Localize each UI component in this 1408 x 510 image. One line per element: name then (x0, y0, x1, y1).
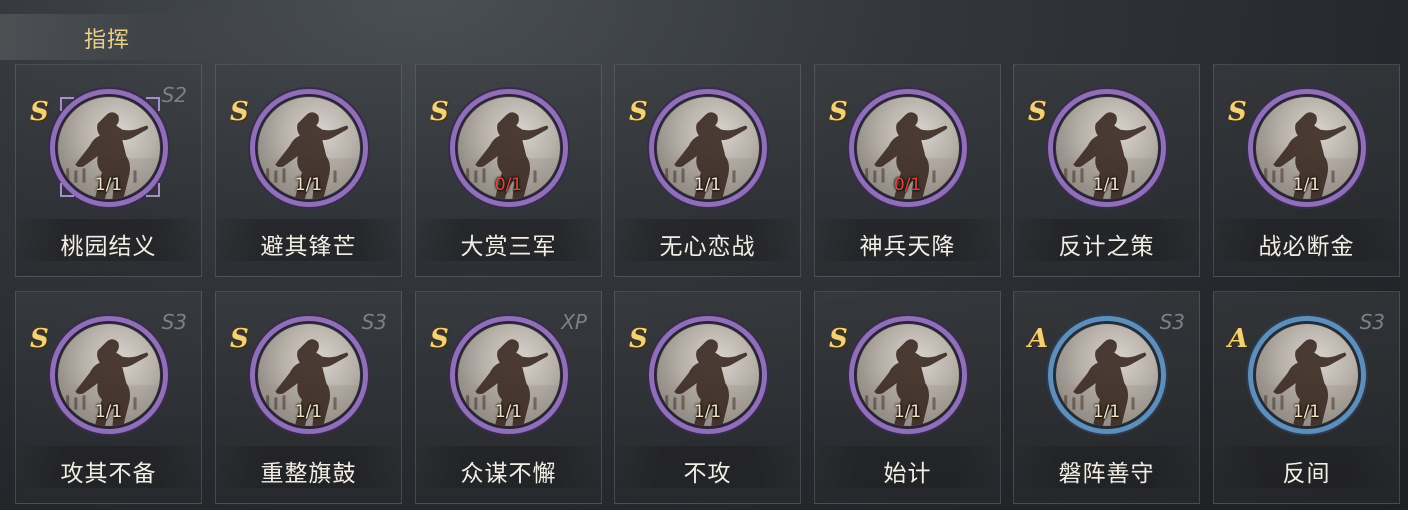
tactic-card[interactable]: S 1/1 无心恋战 (614, 64, 801, 277)
selection-corner (146, 183, 160, 197)
tactic-name: 始计 (883, 461, 932, 487)
tactic-name: 桃园结义 (60, 234, 157, 260)
uses-count: 1/1 (294, 175, 323, 195)
selection-corner (60, 183, 74, 197)
season-tag: S2 (161, 83, 187, 107)
tactic-name: 反间 (1282, 461, 1331, 487)
tactic-name: 重整旗鼓 (260, 461, 357, 487)
tactic-name: 大赏三军 (460, 234, 557, 260)
tactic-card[interactable]: S 0/1 神兵天降 (814, 64, 1001, 277)
grade-badge: S (30, 324, 49, 354)
grade-badge: S (629, 324, 648, 354)
tactic-card[interactable]: S3 S 1/1 攻其不备 (15, 291, 202, 504)
uses-count: 1/1 (693, 175, 722, 195)
grade-badge: S (1028, 97, 1047, 127)
tactic-name: 战必断金 (1258, 234, 1355, 260)
tactic-card[interactable]: XP S 1/1 众谋不懈 (415, 291, 602, 504)
grade-badge: S (829, 324, 848, 354)
uses-count: 1/1 (94, 402, 123, 422)
uses-count: 1/1 (494, 402, 523, 422)
tactic-card[interactable]: S3 A 1/1 反间 (1213, 291, 1400, 504)
tactic-name: 反计之策 (1058, 234, 1155, 260)
uses-count: 1/1 (1092, 175, 1121, 195)
season-tag: S3 (161, 310, 187, 334)
uses-count: 1/1 (1292, 402, 1321, 422)
uses-count: 1/1 (693, 402, 722, 422)
selection-corner (60, 97, 74, 111)
grade-badge: S (430, 97, 449, 127)
tactic-card[interactable]: S 1/1 不攻 (614, 291, 801, 504)
tactic-name: 避其锋芒 (260, 234, 357, 260)
selection-corner (146, 97, 160, 111)
grade-badge: S (629, 97, 648, 127)
uses-count: 1/1 (893, 402, 922, 422)
uses-count: 1/1 (1092, 402, 1121, 422)
grade-badge: S (430, 324, 449, 354)
grade-badge: S (230, 324, 249, 354)
section-title: 指挥 (84, 28, 131, 53)
tactic-name: 神兵天降 (859, 234, 956, 260)
tactic-card[interactable]: S 1/1 避其锋芒 (215, 64, 402, 277)
tactic-grid: S2 S 1/1 桃园结义 S 1/1 避其锋芒 S 0/1 大赏三军 S 1/… (15, 64, 1400, 504)
uses-count: 0/1 (494, 175, 523, 195)
uses-count: 0/1 (893, 175, 922, 195)
tactic-name: 无心恋战 (659, 234, 756, 260)
grade-badge: S (1228, 97, 1247, 127)
tactic-name: 众谋不懈 (460, 461, 557, 487)
uses-count: 1/1 (94, 175, 123, 195)
uses-count: 1/1 (1292, 175, 1321, 195)
tactic-card[interactable]: S 1/1 战必断金 (1213, 64, 1400, 277)
tactic-card[interactable]: S3 A 1/1 磐阵善守 (1013, 291, 1200, 504)
uses-count: 1/1 (294, 402, 323, 422)
tactic-name: 磐阵善守 (1058, 461, 1155, 487)
tactic-card[interactable]: S 0/1 大赏三军 (415, 64, 602, 277)
tactic-card[interactable]: S3 S 1/1 重整旗鼓 (215, 291, 402, 504)
season-tag: S3 (361, 310, 387, 334)
grade-badge: S (829, 97, 848, 127)
season-tag: S3 (1159, 310, 1185, 334)
tactic-card[interactable]: S 1/1 始计 (814, 291, 1001, 504)
section-header-bar (0, 14, 320, 60)
season-tag: XP (561, 310, 587, 334)
grade-badge: A (1228, 324, 1249, 354)
tactic-name: 攻其不备 (60, 461, 157, 487)
season-tag: S3 (1359, 310, 1385, 334)
tactic-card[interactable]: S2 S 1/1 桃园结义 (15, 64, 202, 277)
grade-badge: A (1028, 324, 1049, 354)
tactic-card[interactable]: S 1/1 反计之策 (1013, 64, 1200, 277)
grade-badge: S (30, 97, 49, 127)
tactic-name: 不攻 (683, 461, 732, 487)
grade-badge: S (230, 97, 249, 127)
